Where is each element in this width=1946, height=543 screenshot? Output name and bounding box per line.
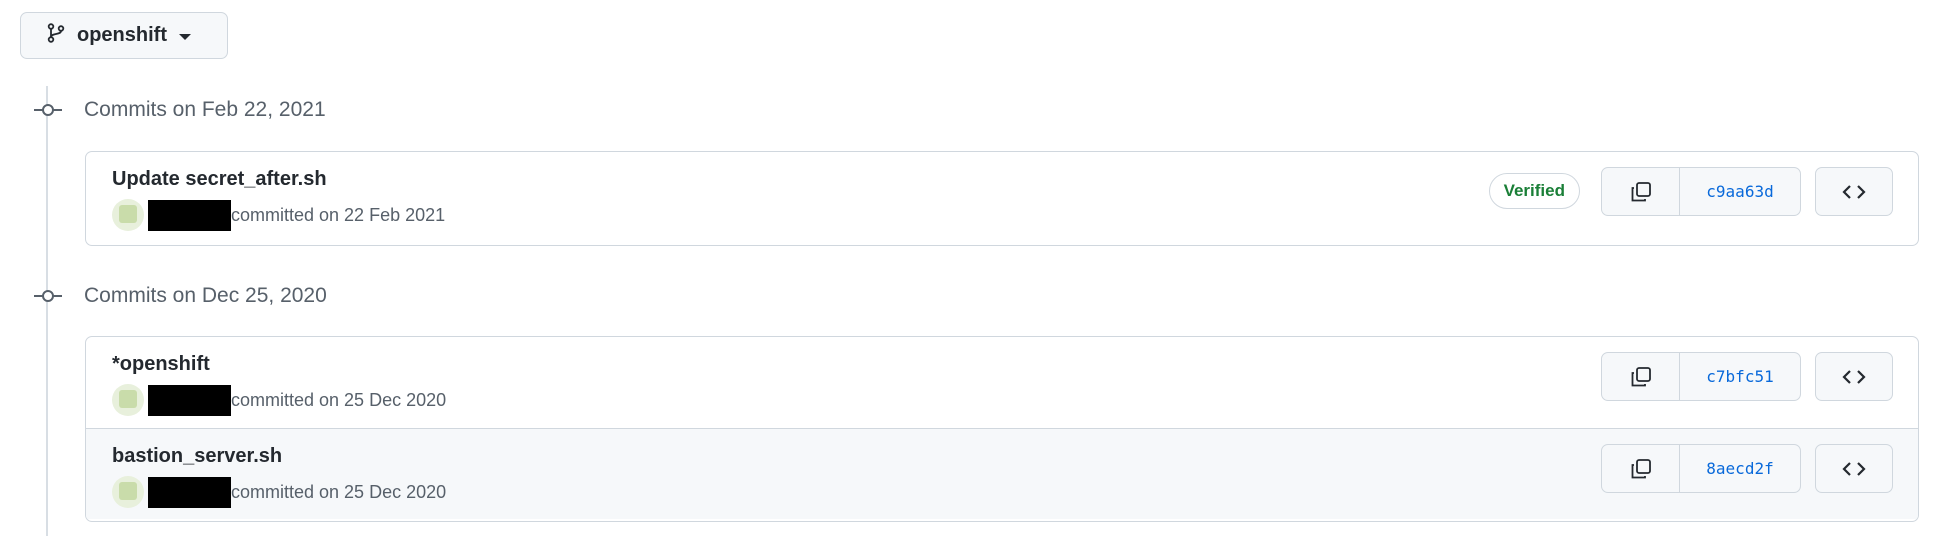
- commit-title-link[interactable]: Update secret_after.sh: [112, 168, 327, 191]
- sha-button-group: c7bfc51: [1601, 352, 1801, 401]
- commit-title-link[interactable]: bastion_server.sh: [112, 445, 282, 468]
- avatar[interactable]: [112, 476, 144, 508]
- avatar[interactable]: [112, 384, 144, 416]
- author-redacted: [148, 199, 231, 231]
- git-commit-icon: [32, 284, 64, 308]
- caret-down-icon: [179, 34, 191, 40]
- commit-sha-link[interactable]: c7bfc51: [1680, 353, 1800, 400]
- commit-group-header: Commits on Dec 25, 2020: [32, 284, 327, 308]
- author-redacted: [148, 384, 231, 416]
- copy-icon[interactable]: [1602, 168, 1680, 215]
- commit-group-date: Commits on Dec 25, 2020: [84, 284, 327, 307]
- commit-group-date: Commits on Feb 22, 2021: [84, 98, 326, 121]
- browse-code-icon[interactable]: [1815, 167, 1893, 216]
- branch-select-button[interactable]: openshift: [20, 12, 228, 59]
- commit-date-text: committed on 25 Dec 2020: [231, 389, 447, 410]
- commit-meta: committed on 22 Feb 2021: [112, 199, 445, 231]
- commit-list: *openshift committed on 25 Dec 2020 c7bf…: [85, 336, 1919, 522]
- sha-button-group: 8aecd2f: [1601, 444, 1801, 493]
- commit-list: Update secret_after.sh committed on 22 F…: [85, 151, 1919, 246]
- branch-name: openshift: [77, 24, 167, 46]
- commit-group-header: Commits on Feb 22, 2021: [32, 98, 326, 122]
- browse-code-icon[interactable]: [1815, 352, 1893, 401]
- copy-icon[interactable]: [1602, 353, 1680, 400]
- commit-sha-link[interactable]: 8aecd2f: [1680, 445, 1800, 492]
- commit-sha-link[interactable]: c9aa63d: [1680, 168, 1800, 215]
- sha-button-group: c9aa63d: [1601, 167, 1801, 216]
- commit-row: bastion_server.sh committed on 25 Dec 20…: [86, 428, 1918, 519]
- commit-date-text: committed on 25 Dec 2020: [231, 481, 447, 502]
- author-redacted: [148, 476, 231, 508]
- commit-meta: committed on 25 Dec 2020: [112, 384, 446, 416]
- commit-row: Update secret_after.sh committed on 22 F…: [86, 152, 1918, 243]
- git-branch-icon: [47, 23, 65, 48]
- git-commit-icon: [32, 98, 64, 122]
- commit-meta: committed on 25 Dec 2020: [112, 476, 446, 508]
- avatar[interactable]: [112, 199, 144, 231]
- timeline-line: [46, 86, 48, 536]
- copy-icon[interactable]: [1602, 445, 1680, 492]
- commit-title-link[interactable]: *openshift: [112, 353, 210, 376]
- verified-badge[interactable]: Verified: [1488, 173, 1580, 209]
- browse-code-icon[interactable]: [1815, 444, 1893, 493]
- commit-row: *openshift committed on 25 Dec 2020 c7bf…: [86, 337, 1918, 428]
- commit-date-text: committed on 22 Feb 2021: [231, 204, 446, 225]
